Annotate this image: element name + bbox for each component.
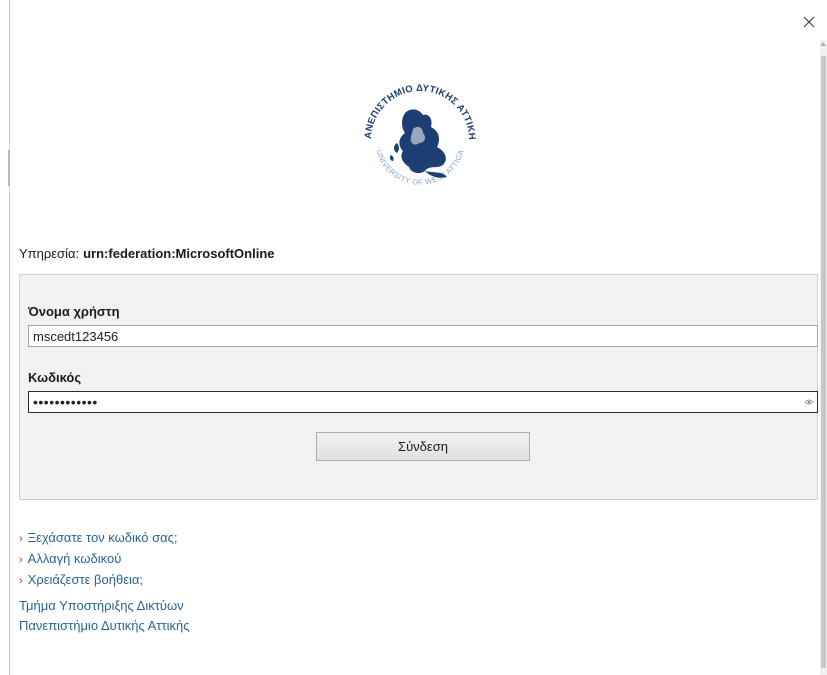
- list-item: › Αλλαγή κωδικού: [19, 549, 178, 570]
- password-input[interactable]: [28, 391, 818, 413]
- password-label: Κωδικός: [28, 370, 82, 385]
- username-input[interactable]: [28, 325, 818, 347]
- caret-right-icon: ›: [19, 554, 23, 566]
- service-line: Υπηρεσία: urn:federation:MicrosoftOnline: [19, 246, 275, 261]
- forgot-password-link[interactable]: Ξεχάσατε τον κωδικό σας;: [28, 530, 178, 545]
- login-form-panel: Όνομα χρήστη Κωδικός Σύνδεση: [19, 274, 818, 500]
- footer-department: Τμήμα Υποστήριξης Δικτύων: [19, 598, 184, 613]
- service-label: Υπηρεσία:: [19, 246, 80, 261]
- window-edge-accent: [8, 150, 10, 186]
- scrollbar-thumb[interactable]: [821, 56, 826, 668]
- footer: Τμήμα Υποστήριξης Δικτύων Πανεπιστήμιο Δ…: [19, 596, 189, 636]
- help-links: › Ξεχάσατε τον κωδικό σας; › Αλλαγή κωδικο…: [19, 528, 178, 591]
- reveal-password-icon[interactable]: [804, 397, 814, 407]
- sign-in-button[interactable]: Σύνδεση: [316, 432, 530, 461]
- username-label: Όνομα χρήστη: [28, 304, 120, 319]
- close-button[interactable]: [799, 12, 819, 32]
- university-logo: ΠΑΝΕΠΙΣΤΗΜΙΟ ΔΥΤΙΚΗΣ ΑΤΤΙΚΗΣ UNIVERSITY …: [353, 73, 477, 187]
- need-help-link[interactable]: Χρειάζεστε βοήθεια;: [28, 572, 143, 587]
- window-edge: [9, 0, 10, 675]
- login-dialog: ΠΑΝΕΠΙΣΤΗΜΙΟ ΔΥΤΙΚΗΣ ΑΤΤΙΚΗΣ UNIVERSITY …: [0, 0, 827, 675]
- scroll-up-arrow-icon[interactable]: [820, 42, 826, 46]
- service-value: urn:federation:MicrosoftOnline: [83, 246, 275, 261]
- caret-right-icon: ›: [19, 575, 23, 587]
- list-item: › Χρειάζεστε βοήθεια;: [19, 570, 178, 591]
- footer-university: Πανεπιστήμιο Δυτικής Αττικής: [19, 618, 190, 633]
- close-icon: [803, 16, 815, 28]
- caret-right-icon: ›: [19, 533, 23, 545]
- list-item: › Ξεχάσατε τον κωδικό σας;: [19, 528, 178, 549]
- change-password-link[interactable]: Αλλαγή κωδικού: [28, 551, 122, 566]
